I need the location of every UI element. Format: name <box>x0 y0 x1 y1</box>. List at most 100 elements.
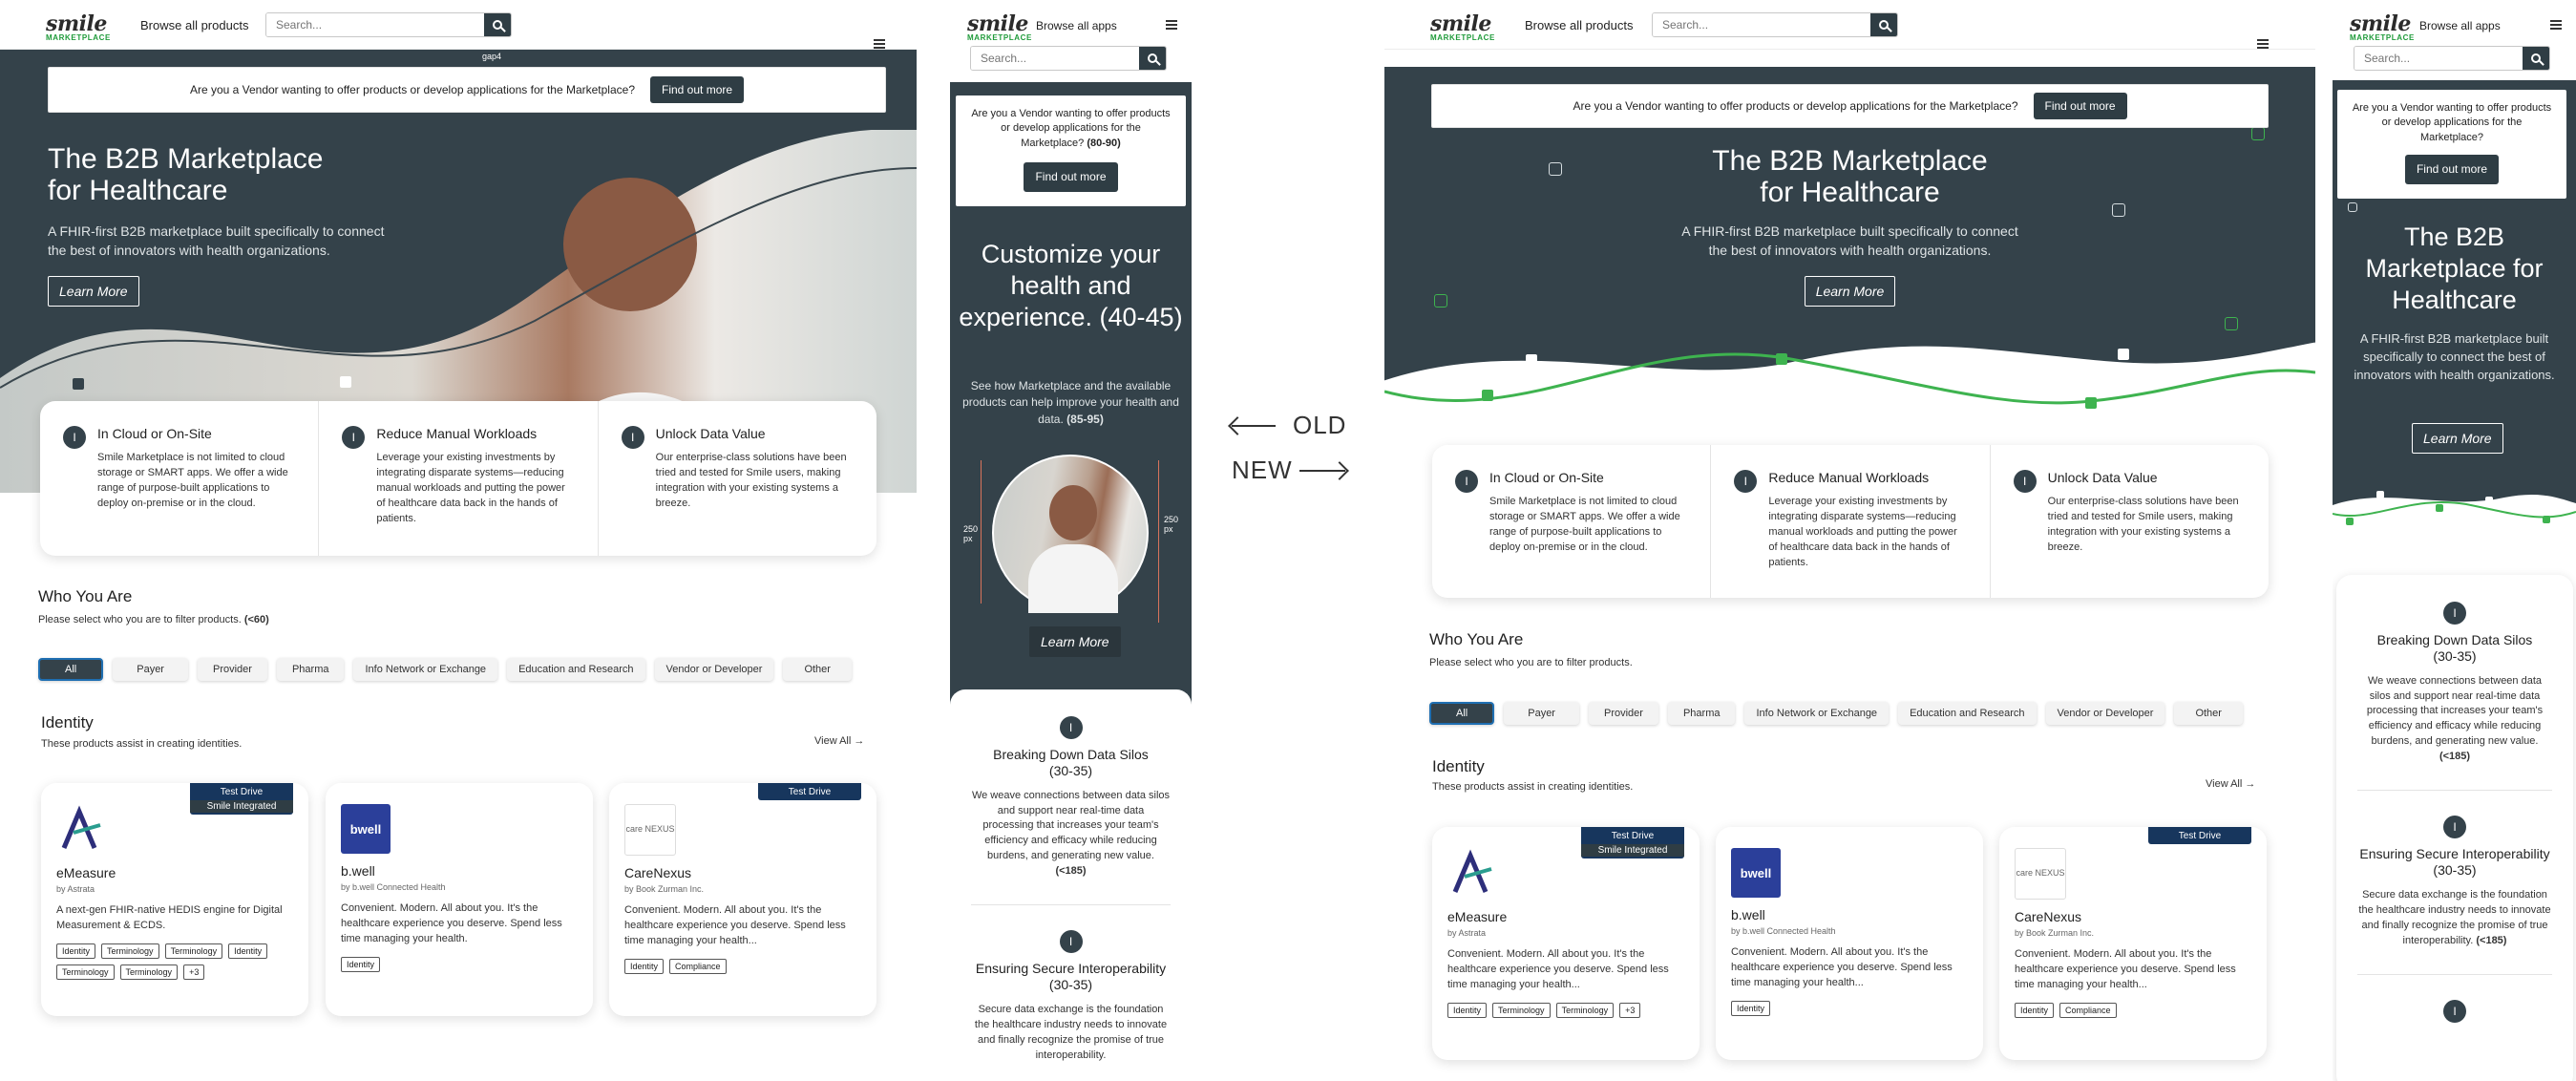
smile-logo[interactable]: smile MARKETPLACE <box>1430 13 1495 42</box>
product-card-emeasure[interactable]: Test Drive Smile Integrated eMeasure by A… <box>1432 827 1700 1060</box>
mobile-features-card: I Breaking Down Data Silos (30-35) We wea… <box>950 689 1192 1081</box>
feature-title: In Cloud or On-Site <box>97 426 212 441</box>
tag: Compliance <box>669 958 727 974</box>
learn-more-button[interactable]: Learn More <box>2412 423 2503 454</box>
vendor-text: Are you a Vendor wanting to offer produc… <box>189 83 635 96</box>
who-subtitle: Please select who you are to filter prod… <box>38 614 269 625</box>
hamburger-menu-icon[interactable] <box>2257 38 2269 49</box>
filter-other[interactable]: Other <box>2174 702 2243 725</box>
smile-logo[interactable]: smile MARKETPLACE <box>46 13 111 42</box>
product-description: Convenient. Modern. All about you. It's … <box>1731 946 1953 988</box>
divider <box>971 904 1171 906</box>
smile-logo[interactable]: smile MARKETPLACE <box>967 13 1032 42</box>
filter-education[interactable]: Education and Research <box>507 658 645 681</box>
product-card-carenexus[interactable]: Test Drive care NEXUS CareNexus by Book … <box>1999 827 2267 1060</box>
find-out-more-button[interactable]: Find out more <box>2404 155 2500 184</box>
search-icon <box>2531 53 2541 63</box>
tag-more[interactable]: +3 <box>1619 1002 1641 1018</box>
filter-pharma[interactable]: Pharma <box>276 658 345 681</box>
old-desktop-panel: smileMARKETPLACE Browse all products gap… <box>0 0 917 1081</box>
mobile-nav: smile MARKETPLACE Browse all apps <box>950 0 1192 82</box>
bwell-logo: bwell <box>341 804 391 854</box>
gap-annotation: gap4 <box>482 52 502 61</box>
divider <box>2357 790 2552 792</box>
learn-more-button[interactable]: Learn More <box>1029 626 1121 657</box>
hamburger-menu-icon[interactable] <box>1166 20 1177 30</box>
search-input[interactable] <box>1653 13 1870 36</box>
filter-provider[interactable]: Provider <box>197 658 267 681</box>
tag: Terminology <box>119 964 179 980</box>
feature-body: Smile Marketplace is not limited to clou… <box>97 452 288 509</box>
hamburger-menu-icon[interactable] <box>874 38 885 49</box>
who-title: Who You Are <box>38 587 133 605</box>
tag: Terminology <box>56 964 115 980</box>
browse-products-link[interactable]: Browse all products <box>1525 18 1633 32</box>
search-button[interactable] <box>1139 47 1166 70</box>
view-all-link[interactable]: View All → <box>814 735 864 747</box>
wave-node-green <box>2346 518 2354 525</box>
product-card-bwell[interactable]: bwell b.well by b.well Connected Health … <box>1716 827 1983 1060</box>
product-card-bwell[interactable]: bwell b.well by b.well Connected Health … <box>326 783 593 1016</box>
filter-info-network[interactable]: Info Network or Exchange <box>1744 702 1890 725</box>
find-out-more-button[interactable]: Find out more <box>1024 162 1118 192</box>
find-out-more-button[interactable]: Find out more <box>2033 93 2127 119</box>
search-button[interactable] <box>2523 47 2549 70</box>
tag: Identity <box>1447 1002 1488 1018</box>
filter-other[interactable]: Other <box>783 658 852 681</box>
smile-logo[interactable]: smile MARKETPLACE <box>2350 13 2415 42</box>
product-card-emeasure[interactable]: Test Drive Smile Integrated eMeasure by A… <box>41 783 308 1016</box>
feature-item: I In Cloud or On-Site Smile Marketplace is… <box>1432 445 1712 598</box>
filter-all[interactable]: All <box>1429 702 1495 725</box>
wave-node <box>2376 491 2384 498</box>
browse-products-link[interactable]: Browse all products <box>140 18 248 32</box>
dimension-line <box>1158 460 1159 623</box>
feature-item: I In Cloud or On-Site Smile Marketplace is… <box>40 401 320 556</box>
tag-more[interactable]: +3 <box>183 964 205 980</box>
wave-node-green <box>1482 390 1493 401</box>
search-input[interactable] <box>266 13 484 36</box>
filter-info-network[interactable]: Info Network or Exchange <box>353 658 498 681</box>
left-arrow-icon <box>1232 425 1276 427</box>
filter-vendor[interactable]: Vendor or Developer <box>2045 702 2165 725</box>
identity-subtitle: These products assist in creating identi… <box>41 738 243 750</box>
old-label: OLD <box>1293 411 1347 439</box>
search-icon <box>493 20 502 30</box>
view-all-link[interactable]: View All → <box>2206 778 2255 790</box>
search-input[interactable] <box>2354 47 2523 70</box>
info-icon: I <box>2443 602 2466 625</box>
tag: Identity <box>228 943 268 959</box>
filter-education[interactable]: Education and Research <box>1898 702 2037 725</box>
filter-pharma[interactable]: Pharma <box>1667 702 1736 725</box>
find-out-more-button[interactable]: Find out more <box>650 76 745 103</box>
hamburger-menu-icon[interactable] <box>2550 20 2562 30</box>
product-vendor: by Astrata <box>1447 928 1487 938</box>
filter-payer[interactable]: Payer <box>113 658 188 681</box>
product-tags: Identity <box>341 956 578 972</box>
feature-body: Our enterprise-class solutions have been… <box>2047 496 2239 553</box>
filter-all[interactable]: All <box>38 658 104 681</box>
browse-apps-link[interactable]: Browse all apps <box>1036 19 1117 32</box>
tag: Terminology <box>164 943 223 959</box>
learn-more-button[interactable]: Learn More <box>48 276 139 307</box>
search-box <box>2354 46 2550 71</box>
learn-more-button[interactable]: Learn More <box>1804 276 1896 307</box>
vendor-banner: Are you a Vendor wanting to offer produc… <box>48 67 886 113</box>
product-description: Convenient. Modern. All about you. It's … <box>341 902 562 944</box>
wave-node-green <box>2543 516 2550 523</box>
browse-apps-link[interactable]: Browse all apps <box>2419 19 2501 32</box>
test-drive-badge: Test Drive <box>758 783 861 800</box>
search-button[interactable] <box>484 13 511 36</box>
test-drive-badge: Test Drive <box>2148 827 2251 844</box>
filter-provider[interactable]: Provider <box>1588 702 1658 725</box>
info-icon: I <box>1059 716 1083 739</box>
feature-item: I Unlock Data Value Our enterprise-class s… <box>1991 445 2269 598</box>
filter-payer[interactable]: Payer <box>1504 702 1579 725</box>
filter-vendor[interactable]: Vendor or Developer <box>654 658 774 681</box>
search-input[interactable] <box>971 47 1139 70</box>
vendor-text: Are you a Vendor wanting to offer produc… <box>1573 99 2018 113</box>
wave-node <box>1526 354 1537 366</box>
product-card-carenexus[interactable]: Test Drive care NEXUS CareNexus by Book … <box>609 783 876 1016</box>
product-name: b.well <box>341 863 375 879</box>
feature-item: I Reduce Manual Workloads Leverage your ex… <box>1711 445 1991 598</box>
search-button[interactable] <box>1870 13 1897 36</box>
